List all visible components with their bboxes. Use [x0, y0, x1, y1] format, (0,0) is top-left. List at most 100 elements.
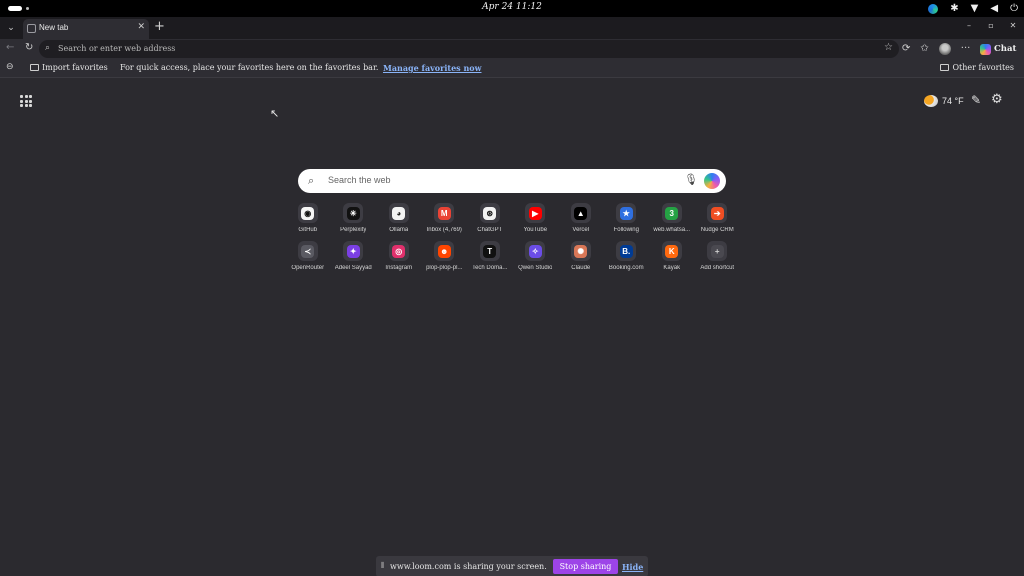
site-icon: ✳ [346, 206, 360, 220]
accessibility-icon[interactable]: ✱ [950, 2, 958, 15]
copilot-icon[interactable] [704, 173, 720, 189]
shortcut-label: Claude [571, 265, 591, 271]
tab-actions-chevron-icon[interactable]: ⌄ [4, 21, 18, 35]
address-toolbar: ← ↻ ⌕ Search or enter web address ☆ ⟳ ✩ … [0, 39, 1024, 59]
new-tab-page-icon [27, 24, 36, 33]
shortcut-tile[interactable]: ✺ Claude [558, 241, 604, 277]
shortcut-icon-frame: ✳ [343, 203, 364, 223]
address-input[interactable]: Search or enter web address [58, 44, 175, 53]
shortcut-icon-frame: T [479, 241, 500, 261]
import-favorites-button[interactable]: Import favorites [30, 63, 108, 72]
shortcut-tile[interactable]: 3 web.whatsa... [649, 203, 695, 239]
address-bar[interactable]: ⌕ Search or enter web address ☆ [39, 40, 899, 58]
shortcut-icon-frame: B. [616, 241, 637, 261]
shortcut-label: plop-plop-pl... [426, 265, 463, 271]
sharing-message: www.loom.com is sharing your screen. [390, 562, 547, 571]
browser-window: ⌄ New tab ✕ + – ▫ ✕ ← ↻ ⌕ Search or ente… [0, 17, 1024, 576]
site-icon: ◕ [392, 206, 406, 220]
edit-pencil-icon[interactable]: ✎ [971, 93, 981, 107]
site-icon: ◉ [301, 206, 315, 220]
shortcut-label: Tech Doma... [472, 265, 508, 271]
weather-widget[interactable]: 74 °F [924, 95, 964, 107]
add-favorite-star-icon[interactable]: ☆ [884, 42, 893, 53]
shortcut-tile[interactable]: ✦ Adeel Sayyad [331, 241, 377, 277]
tab-strip: ⌄ New tab ✕ + – ▫ ✕ [0, 17, 1024, 39]
close-tab-icon[interactable]: ✕ [137, 22, 145, 32]
favorites-hint-text: For quick access, place your favorites h… [120, 63, 379, 72]
shortcut-tile[interactable]: ✳ Perplexity [331, 203, 377, 239]
shortcut-label: Perplexity [340, 227, 367, 233]
activities-indicator[interactable] [8, 6, 29, 11]
shortcut-tile[interactable]: ✧ Qwen Studio [513, 241, 559, 277]
more-menu-icon[interactable]: ··· [961, 41, 971, 56]
shortcut-label: OpenRouter [291, 265, 325, 271]
temperature: 74 °F [942, 96, 964, 106]
maximize-icon[interactable]: ▫ [986, 21, 996, 30]
shortcut-tile[interactable]: K Kayak [649, 241, 695, 277]
drag-handle-icon[interactable]: ⦀ [381, 561, 385, 571]
shortcut-tile[interactable]: ◉ GitHub [285, 203, 331, 239]
system-clock[interactable]: Apr 24 11:12 [462, 2, 562, 12]
shortcut-icon-frame: ◎ [388, 241, 409, 261]
web-search-box[interactable]: ⌕ Search the web 🎙 [298, 169, 726, 193]
shortcut-tile[interactable]: ◎ Instagram [376, 241, 422, 277]
tab-new-tab[interactable]: New tab ✕ [23, 19, 149, 39]
shortcut-icon-frame: ◉ [297, 203, 318, 223]
manage-favorites-link[interactable]: Manage favorites now [383, 63, 481, 73]
hide-button[interactable]: Hide [622, 562, 643, 572]
stop-sharing-button[interactable]: Stop sharing [553, 559, 618, 574]
shortcut-label: YouTube [523, 227, 548, 233]
refresh-icon[interactable]: ↻ [25, 42, 33, 53]
microphone-icon[interactable]: 🎙 [684, 173, 698, 186]
power-icon[interactable]: ⏻ [1010, 2, 1018, 15]
site-icon: ◎ [392, 244, 406, 258]
web-search-input[interactable]: Search the web [328, 175, 391, 185]
shortcut-tile[interactable]: + Add shortcut [695, 241, 741, 277]
shortcut-icon-frame: ✦ [343, 241, 364, 261]
shortcut-icon-frame: K [661, 241, 682, 261]
new-tab-page: ↖ 74 °F ✎ ⚙ ⌕ Search the web 🎙 ◉ GitHub ✳ P… [2, 79, 1020, 572]
favorites-toggle-icon[interactable]: ⊖ [6, 62, 14, 72]
shortcut-tile[interactable]: ≺ OpenRouter [285, 241, 331, 277]
profile-avatar[interactable] [938, 42, 951, 55]
edge-icon[interactable] [928, 3, 939, 14]
app-launcher-grid-icon[interactable] [20, 95, 32, 107]
other-favorites-button[interactable]: Other favorites [940, 63, 1014, 72]
shortcut-label: Vercel [572, 227, 590, 233]
favorites-icon[interactable]: ✩ [920, 41, 928, 56]
system-top-bar: Apr 24 11:12 ✱ ▼ ◀ ⏻ [0, 0, 1024, 17]
shortcut-label: web.whatsa... [653, 227, 691, 233]
copilot-chat-button[interactable]: Chat [980, 41, 1016, 57]
import-favorites-label: Import favorites [42, 63, 108, 72]
wifi-icon[interactable]: ▼ [971, 2, 979, 15]
shortcut-icon-frame: ★ [616, 203, 637, 223]
shortcut-label: Nudge CRM [700, 227, 734, 233]
workspace-dot [26, 7, 29, 10]
shortcut-label: ChatGPT [477, 227, 503, 233]
partly-sunny-icon [924, 95, 938, 107]
page-settings-gear-icon[interactable]: ⚙ [991, 92, 1003, 107]
site-icon: ☻ [437, 244, 451, 258]
shortcut-tile[interactable]: B. Booking.com [604, 241, 650, 277]
shortcut-label: Ollama [389, 227, 409, 233]
shortcut-tile[interactable]: ◕ Ollama [376, 203, 422, 239]
site-icon: + [710, 244, 724, 258]
shortcut-tile[interactable]: ☻ plop-plop-pl... [422, 241, 468, 277]
shortcut-icon-frame: ≺ [297, 241, 318, 261]
new-tab-button[interactable]: + [154, 19, 165, 35]
shortcut-tile[interactable]: ▶ YouTube [513, 203, 559, 239]
shortcut-label: Add shortcut [700, 265, 735, 271]
shortcut-tile[interactable]: ⊛ ChatGPT [467, 203, 513, 239]
shortcut-tile[interactable]: ▲ Vercel [558, 203, 604, 239]
shortcut-label: Inbox (4,769) [426, 227, 462, 233]
shortcut-tile[interactable]: ➔ Nudge CRM [695, 203, 741, 239]
back-arrow-icon[interactable]: ← [6, 42, 14, 53]
minimize-icon[interactable]: – [964, 21, 974, 30]
shortcut-tile[interactable]: T Tech Doma... [467, 241, 513, 277]
volume-icon[interactable]: ◀ [990, 2, 998, 15]
extensions-icon[interactable]: ⟳ [902, 41, 910, 56]
shortcut-tile[interactable]: ★ Following [604, 203, 650, 239]
shortcuts-row-2: ≺ OpenRouter ✦ Adeel Sayyad ◎ Instagram ☻ plop-… [285, 241, 740, 277]
close-window-icon[interactable]: ✕ [1008, 21, 1018, 30]
shortcut-tile[interactable]: M Inbox (4,769) [422, 203, 468, 239]
